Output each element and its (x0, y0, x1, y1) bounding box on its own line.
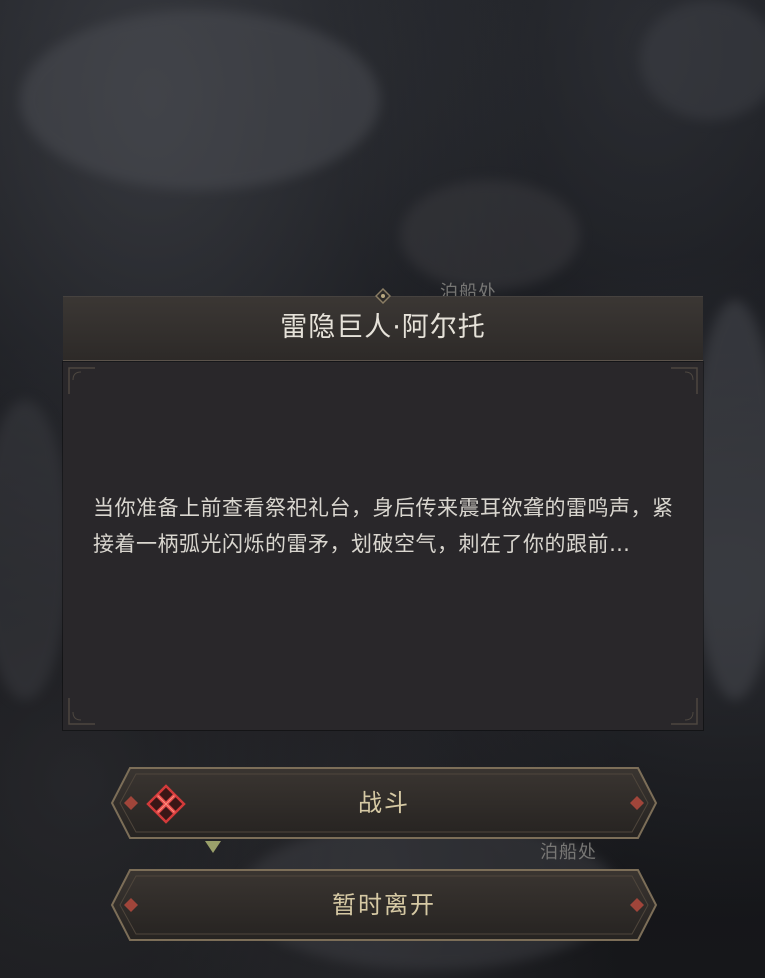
corner-ornament-icon (68, 367, 95, 394)
event-dialog: 当你准备上前查看祭祀礼台，身后传来震耳欲聋的雷鸣声，紧接着一柄弧光闪烁的雷矛，划… (63, 288, 703, 730)
map-location-label: 泊船处 (540, 842, 597, 863)
leave-button[interactable]: 暂时离开 (110, 868, 658, 942)
dialog-description: 当你准备上前查看祭祀礼台，身后传来震耳欲聋的雷鸣声，紧接着一柄弧光闪烁的雷矛，划… (93, 496, 674, 556)
fight-button-label: 战斗 (358, 789, 410, 817)
fight-button[interactable]: 战斗 (110, 766, 658, 840)
map-terrain (0, 400, 70, 700)
corner-ornament-icon (671, 698, 698, 725)
map-terrain (400, 180, 580, 290)
leave-button-label: 暂时离开 (332, 891, 436, 919)
game-screen: 泊船处 泊船处 当你准备上前查看祭祀礼台，身后传来震耳欲聋的雷鸣声，紧接着一柄弧… (0, 0, 765, 978)
map-terrain (640, 0, 765, 120)
dialog-title: 雷隐巨人·阿尔托 (280, 312, 486, 343)
diamond-ornament-icon (375, 288, 391, 304)
dialog-body: 当你准备上前查看祭祀礼台，身后传来震耳欲聋的雷鸣声，紧接着一柄弧光闪烁的雷矛，划… (63, 362, 703, 730)
dialog-header: 雷隐巨人·阿尔托 (63, 296, 703, 361)
corner-ornament-icon (68, 698, 95, 725)
map-terrain (20, 10, 380, 190)
path-marker-icon (205, 841, 221, 853)
corner-ornament-icon (671, 367, 698, 394)
